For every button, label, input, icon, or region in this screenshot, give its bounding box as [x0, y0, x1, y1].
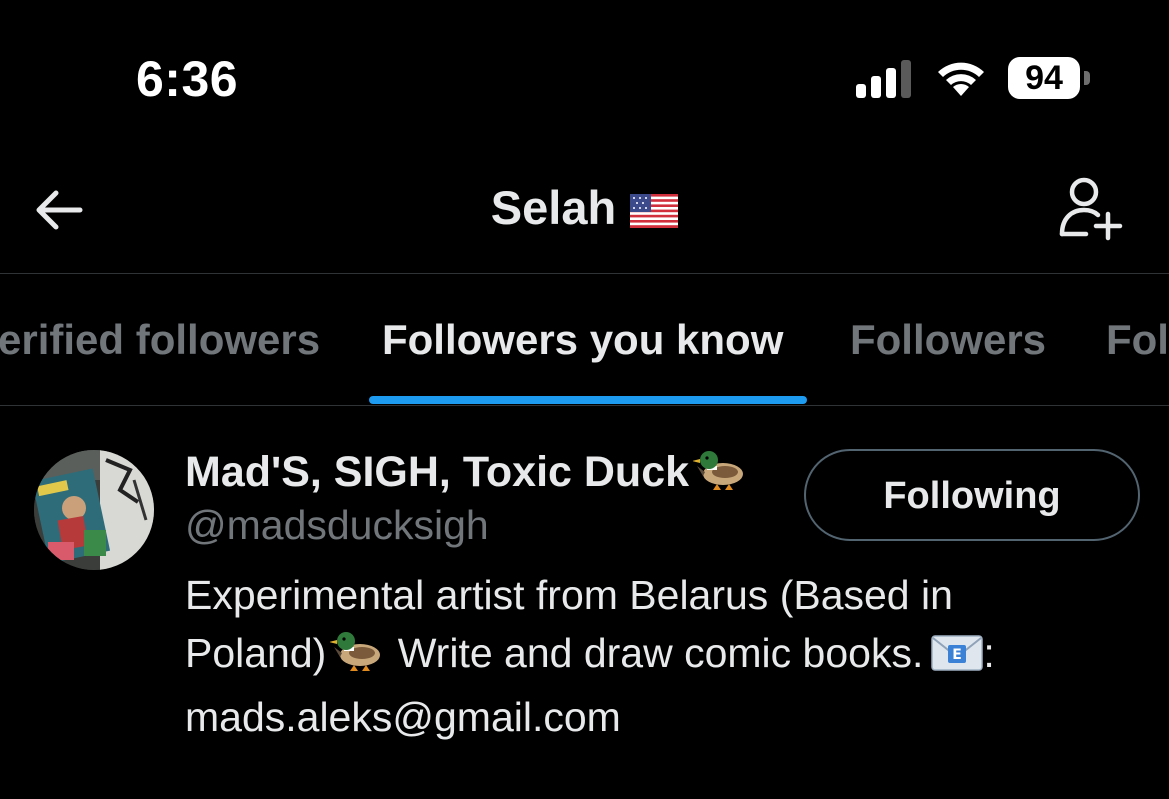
- bio-email[interactable]: mads.aleks@gmail.com: [185, 688, 1125, 746]
- display-name-text: Mad'S, SIGH, Toxic Duck: [185, 448, 690, 496]
- bio-line: Poland) Write and draw comic books. E :: [185, 624, 1125, 688]
- tab-following[interactable]: Fol: [1106, 316, 1169, 364]
- list-item[interactable]: Mad'S, SIGH, Toxic Duck @madsducksigh Fo…: [0, 406, 1169, 799]
- bio-text: Poland): [185, 630, 327, 676]
- person-add-icon: [1059, 177, 1123, 241]
- status-time: 6:36: [136, 51, 239, 107]
- wifi-icon: [934, 56, 988, 98]
- header: Selah: [0, 150, 1169, 273]
- bio-text: :: [983, 630, 995, 676]
- svg-text:E: E: [953, 647, 963, 663]
- duck-emoji-icon: [329, 627, 386, 688]
- bio-text: Write and draw comic books.: [386, 630, 924, 676]
- battery-icon: 94: [1008, 57, 1092, 99]
- avatar[interactable]: [34, 450, 154, 570]
- add-user-button[interactable]: [1056, 174, 1126, 244]
- user-handle: @madsducksigh: [185, 502, 489, 548]
- battery-level: 94: [1025, 59, 1063, 97]
- tab-verified-followers[interactable]: erified followers: [0, 316, 320, 364]
- us-flag-icon: [630, 184, 679, 239]
- tab-bar: erified followers Followers you know Fol…: [0, 274, 1169, 405]
- tab-followers[interactable]: Followers: [850, 316, 1046, 364]
- user-bio: Experimental artist from Belarus (Based …: [185, 566, 1125, 746]
- page-title: Selah: [0, 180, 1169, 239]
- bio-line: Experimental artist from Belarus (Based …: [185, 572, 953, 618]
- tab-followers-you-know[interactable]: Followers you know: [382, 316, 783, 364]
- cellular-signal-icon: [856, 60, 914, 98]
- following-button[interactable]: Following: [804, 449, 1140, 541]
- envelope-emoji-icon: E: [931, 630, 984, 688]
- duck-emoji-icon: [692, 446, 749, 503]
- display-name[interactable]: Mad'S, SIGH, Toxic Duck: [185, 446, 749, 503]
- status-bar: 6:36 94: [0, 0, 1169, 150]
- active-tab-indicator: [369, 396, 807, 404]
- page-title-text: Selah: [490, 181, 617, 234]
